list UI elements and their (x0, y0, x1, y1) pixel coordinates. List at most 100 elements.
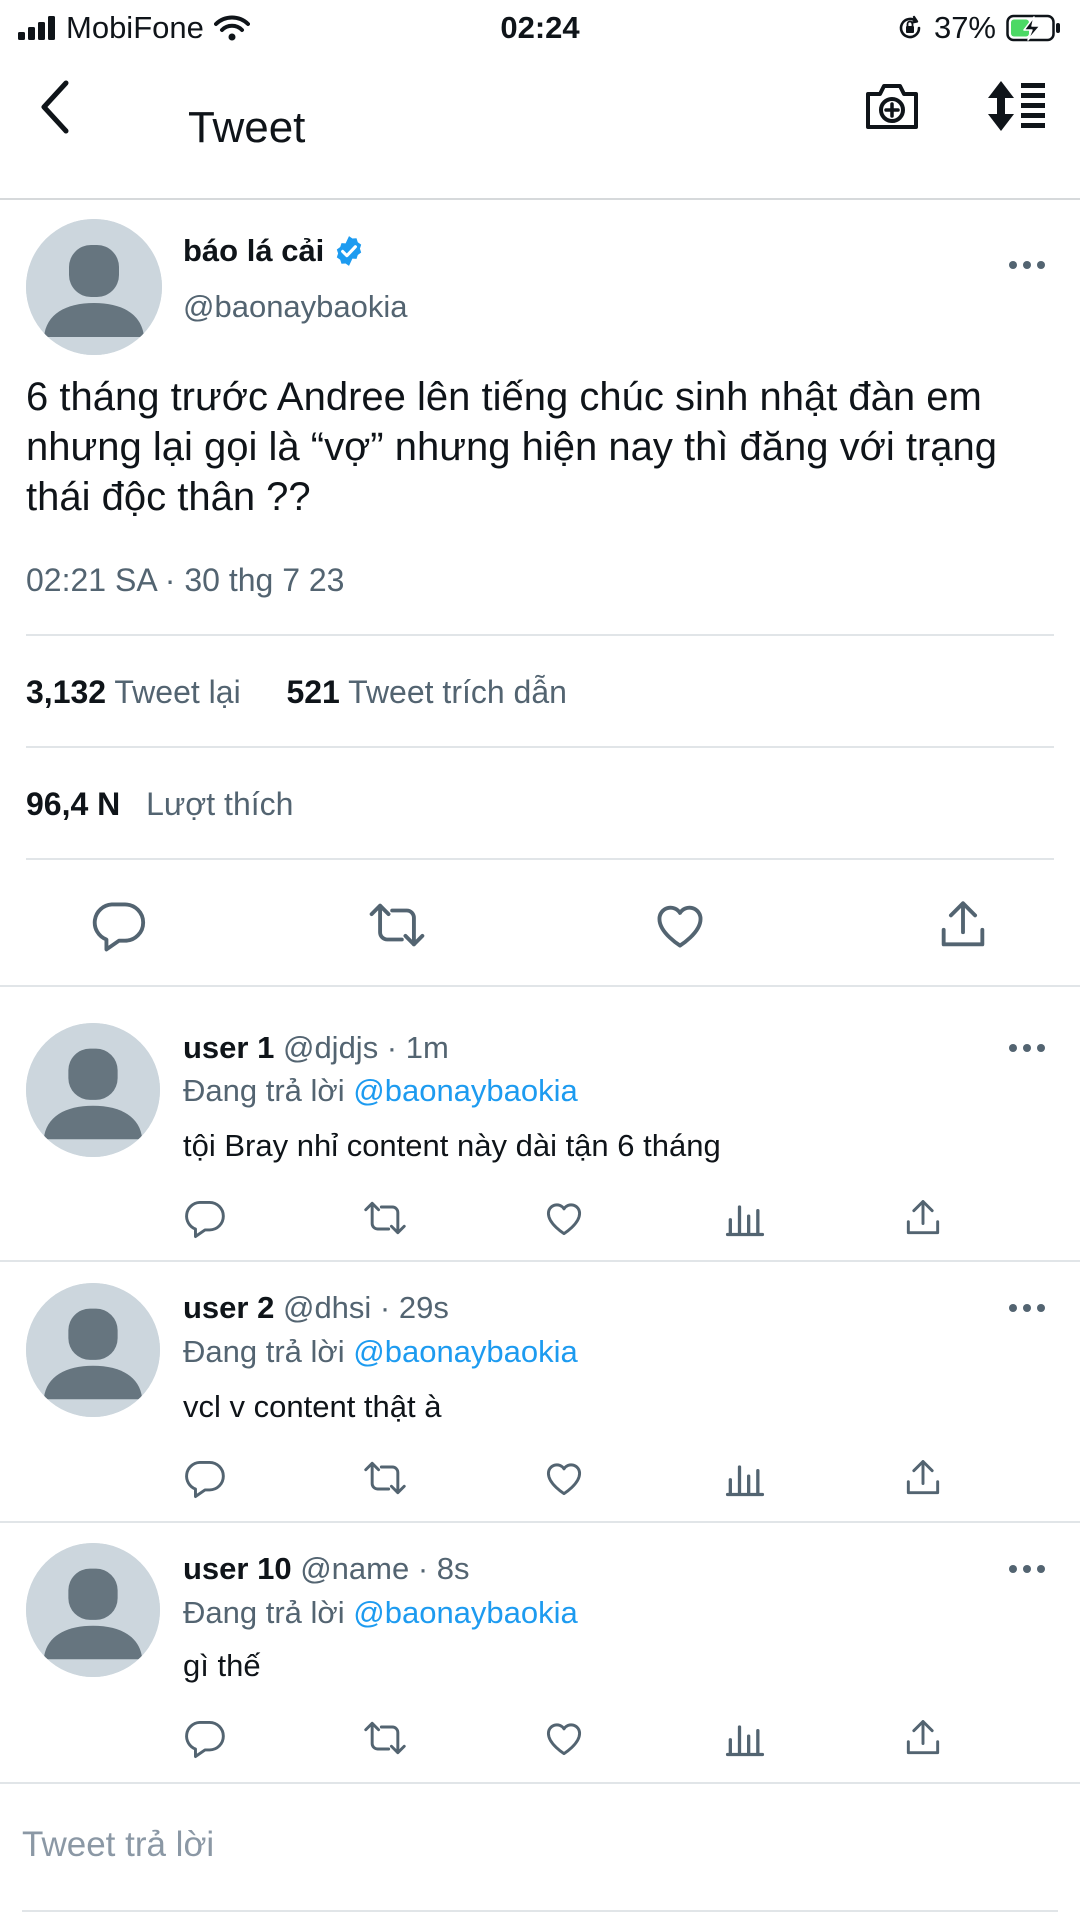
battery-charging-icon (1006, 14, 1062, 42)
reply-author-name[interactable]: user 2 (183, 1290, 274, 1325)
divider (26, 746, 1054, 748)
reply-author-handle: @djdjs · 1m (282, 1030, 449, 1065)
likes-count: 96,4 N (26, 786, 121, 822)
avatar[interactable] (26, 1543, 160, 1677)
reply-author-name[interactable]: user 1 (183, 1030, 274, 1065)
share-icon (901, 1196, 945, 1240)
page-title: Tweet (188, 103, 306, 152)
retweets-stat[interactable]: 3,132 Tweet lại (26, 674, 250, 710)
reply-button[interactable] (183, 1716, 227, 1760)
reply-button[interactable] (90, 896, 148, 954)
reply-button[interactable] (183, 1456, 227, 1500)
analytics-button[interactable] (723, 1196, 767, 1240)
like-button[interactable] (542, 1716, 586, 1760)
reply-author-name[interactable]: user 10 (183, 1551, 292, 1586)
share-button[interactable] (901, 1196, 945, 1240)
like-button[interactable] (542, 1196, 586, 1240)
mention-link[interactable]: @baonaybaokia (353, 1334, 578, 1369)
divider (26, 634, 1054, 636)
share-icon (901, 1456, 945, 1500)
like-icon (542, 1456, 586, 1500)
replying-label: Đang trả lời (183, 1595, 345, 1630)
reply-icon (90, 896, 148, 954)
share-icon (901, 1716, 945, 1760)
back-button[interactable] (36, 79, 84, 139)
divider (0, 1521, 1080, 1523)
retweet-icon (363, 1456, 407, 1500)
camera-button[interactable] (864, 79, 920, 133)
retweet-icon (368, 896, 426, 954)
share-button[interactable] (901, 1716, 945, 1760)
quotes-count: 521 (286, 674, 340, 710)
retweet-button[interactable] (363, 1456, 407, 1500)
mention-link[interactable]: @baonaybaokia (353, 1595, 578, 1630)
reply-header: user 10 @name · 8s (183, 1551, 470, 1587)
divider (22, 1910, 1058, 1912)
retweet-icon (363, 1716, 407, 1760)
like-button[interactable] (542, 1456, 586, 1500)
reply-text: vcl v content thật à (183, 1389, 442, 1424)
reply-icon (183, 1196, 227, 1240)
more-icon[interactable] (1007, 253, 1047, 283)
reply-text: gì thế (183, 1648, 261, 1683)
sort-icon (988, 81, 1045, 131)
divider (0, 1782, 1080, 1784)
more-icon[interactable] (1007, 1296, 1047, 1326)
like-icon (542, 1196, 586, 1240)
share-icon (934, 896, 992, 954)
analytics-icon (723, 1196, 767, 1240)
quotes-stat[interactable]: 521 Tweet trích dẫn (286, 674, 566, 710)
orientation-lock-icon (896, 14, 924, 42)
back-arrow-icon (41, 80, 69, 134)
more-icon[interactable] (1007, 1557, 1047, 1587)
retweet-stats-row: 3,132 Tweet lại 521 Tweet trích dẫn (26, 674, 567, 711)
retweets-count: 3,132 (26, 674, 107, 710)
reply-icon (183, 1456, 227, 1500)
retweets-label: Tweet lại (114, 674, 241, 710)
retweet-button[interactable] (368, 896, 426, 954)
retweet-button[interactable] (363, 1196, 407, 1240)
avatar[interactable] (26, 1283, 160, 1417)
replying-to: Đang trả lời @baonaybaokia (183, 1073, 578, 1109)
divider (0, 985, 1080, 987)
replying-to: Đang trả lời @baonaybaokia (183, 1334, 578, 1370)
sort-button[interactable] (985, 79, 1049, 133)
navigation-bar: Tweet (0, 55, 1080, 200)
retweet-button[interactable] (363, 1716, 407, 1760)
reply-header: user 1 @djdjs · 1m (183, 1030, 449, 1066)
reply-icon (183, 1716, 227, 1760)
author-handle[interactable]: @baonaybaokia (183, 289, 408, 325)
reply-button[interactable] (183, 1196, 227, 1240)
author-name[interactable]: báo lá cải (183, 233, 324, 269)
reply-author-handle: @name · 8s (300, 1551, 470, 1586)
like-icon (542, 1716, 586, 1760)
analytics-button[interactable] (723, 1456, 767, 1500)
analytics-button[interactable] (723, 1716, 767, 1760)
reply-header: user 2 @dhsi · 29s (183, 1290, 449, 1326)
reply-author-handle: @dhsi · 29s (282, 1290, 449, 1325)
replying-label: Đang trả lời (183, 1334, 345, 1369)
divider (26, 858, 1054, 860)
quotes-label: Tweet trích dẫn (348, 674, 567, 710)
tweet-text: 6 tháng trước Andree lên tiếng chúc sinh… (26, 375, 998, 519)
analytics-icon (723, 1456, 767, 1500)
avatar[interactable] (26, 219, 162, 355)
tweet-timestamp: 02:21 SA · 30 thg 7 23 (26, 562, 345, 598)
likes-label: Lượt thích (146, 786, 294, 822)
battery-percent: 37% (933, 9, 996, 45)
more-icon[interactable] (1007, 1036, 1047, 1066)
author-name-row: báo lá cải (183, 233, 366, 269)
replying-label: Đang trả lời (183, 1073, 345, 1108)
avatar[interactable] (26, 1023, 160, 1157)
reply-text: tội Bray nhỉ content này dài tận 6 tháng (183, 1128, 721, 1163)
mention-link[interactable]: @baonaybaokia (353, 1073, 578, 1108)
share-button[interactable] (934, 896, 992, 954)
status-right: 37% (896, 0, 1062, 55)
divider (0, 1260, 1080, 1262)
like-button[interactable] (651, 896, 709, 954)
share-button[interactable] (901, 1456, 945, 1500)
likes-stat[interactable]: 96,4 N Lượt thích (26, 786, 293, 823)
verified-badge-icon (332, 234, 366, 268)
reply-compose-input[interactable]: Tweet trả lời (22, 1825, 214, 1865)
analytics-icon (723, 1716, 767, 1760)
